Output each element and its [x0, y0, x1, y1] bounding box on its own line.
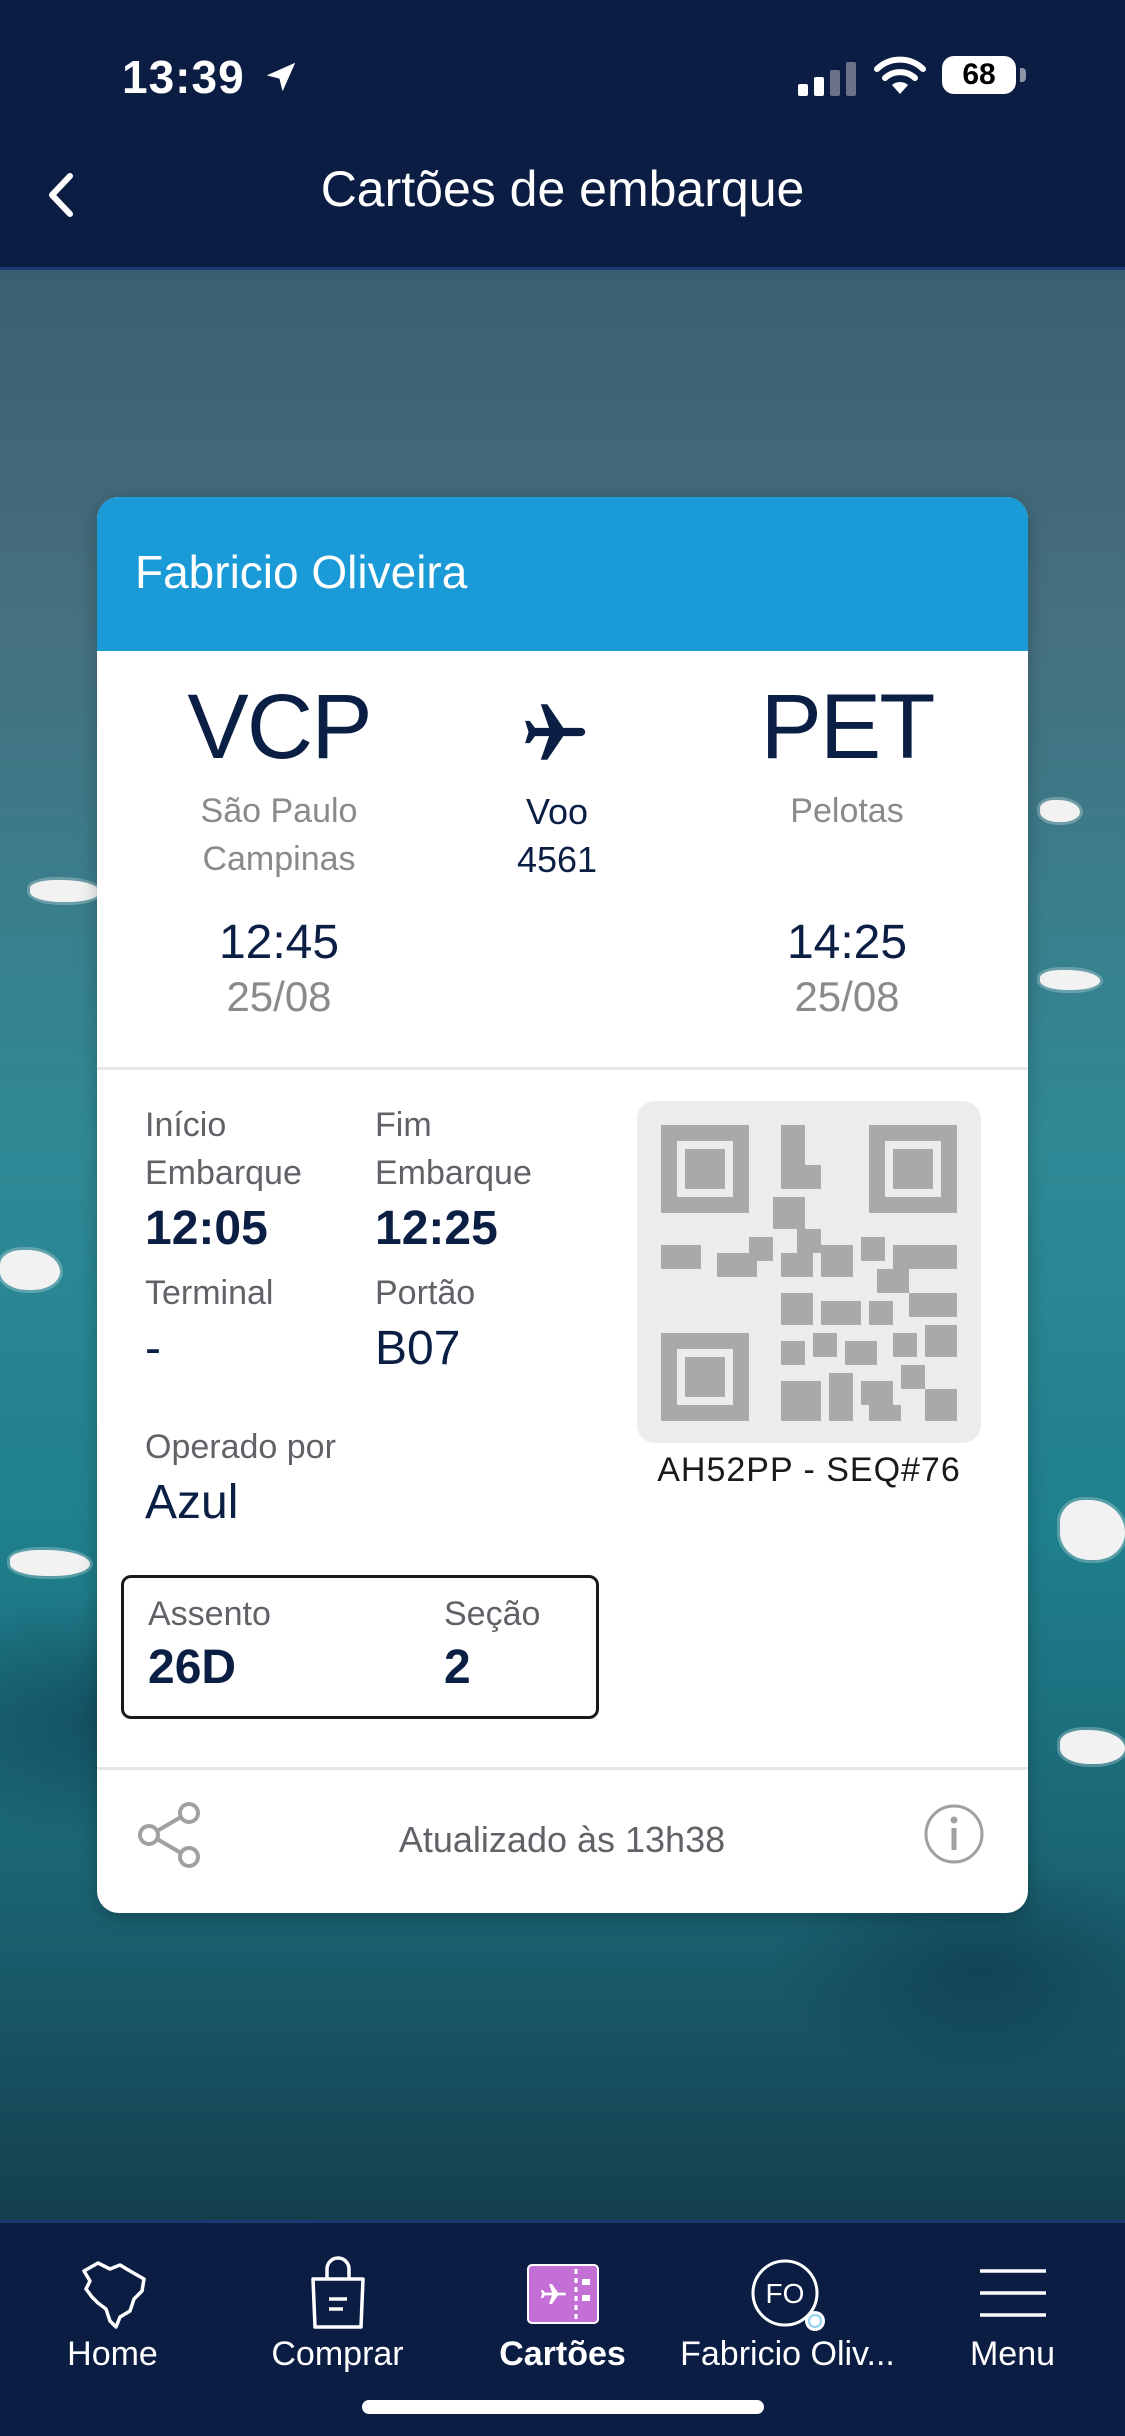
- cellular-signal-icon: [798, 62, 856, 96]
- seat-value: 26D: [148, 1641, 237, 1694]
- operator-value: Azul: [145, 1476, 239, 1529]
- origin-code: VCP: [187, 676, 372, 778]
- qr-code-icon: [661, 1125, 957, 1421]
- boarding-start-time: 12:05: [145, 1202, 268, 1255]
- page-title: Cartões de embarque: [320, 161, 805, 217]
- tab-menu[interactable]: Menu: [900, 2223, 1125, 2436]
- passenger-name: Fabricio Oliveira: [135, 546, 468, 598]
- operator-label: Operado por: [145, 1428, 336, 1466]
- tab-home[interactable]: Home: [0, 2223, 225, 2436]
- shopping-bag-icon: [310, 2256, 365, 2329]
- divider: [97, 1067, 1028, 1070]
- section-label: Seção: [444, 1595, 541, 1633]
- arrival-time: 14:25: [786, 916, 908, 969]
- share-icon[interactable]: [133, 1799, 205, 1871]
- updated-timestamp: Atualizado às 13h38: [398, 1819, 726, 1860]
- destination-code: PET: [760, 676, 936, 778]
- brazil-map-icon: [81, 2261, 146, 2329]
- avatar-initials: FO: [765, 2278, 804, 2309]
- boarding-end-label: Fim: [375, 1106, 432, 1144]
- boarding-end-time: 12:25: [375, 1202, 498, 1255]
- qr-code[interactable]: [637, 1101, 981, 1443]
- tab-label: Menu: [969, 2335, 1056, 2373]
- boarding-start-label: Início: [145, 1106, 227, 1144]
- seat-label: Assento: [148, 1595, 271, 1633]
- screen: 13:39 68 Cartões de embarque Fabricio Ol…: [0, 0, 1125, 2436]
- section-value: 2: [444, 1641, 471, 1694]
- booking-locator: AH52PP - SEQ#76: [657, 1451, 961, 1489]
- terminal-value: -: [145, 1322, 161, 1375]
- arrival-date: 25/08: [794, 973, 900, 1020]
- location-arrow-icon: [266, 62, 296, 92]
- gate-value: B07: [375, 1322, 461, 1375]
- terminal-label: Terminal: [145, 1274, 274, 1312]
- tab-label: Comprar: [271, 2335, 404, 2373]
- departure-time: 12:45: [218, 916, 340, 969]
- departure-date: 25/08: [226, 973, 332, 1020]
- hamburger-icon: [979, 2269, 1046, 2317]
- boarding-start-label-2: Embarque: [145, 1154, 302, 1192]
- avatar-icon: FO: [751, 2259, 825, 2331]
- tab-label: Cartões: [499, 2335, 626, 2373]
- status-time: 13:39: [122, 51, 245, 103]
- origin-city-line2: Campinas: [202, 840, 356, 878]
- destination-city: Pelotas: [790, 792, 904, 830]
- airplane-icon: [525, 704, 586, 760]
- divider: [97, 1767, 1028, 1770]
- info-icon[interactable]: [923, 1803, 985, 1865]
- origin-city-line1: São Paulo: [200, 792, 358, 830]
- tab-label: Fabricio Oliv...: [680, 2335, 895, 2373]
- boarding-pass-card[interactable]: Fabricio Oliveira VCP São Paulo Campinas…: [97, 497, 1028, 1913]
- card-header: Fabricio Oliveira: [97, 497, 1028, 651]
- battery-icon: 68: [942, 56, 1028, 96]
- gate-label: Portão: [375, 1274, 476, 1312]
- boarding-pass-icon: [526, 2264, 599, 2324]
- boarding-end-label-2: Embarque: [375, 1154, 532, 1192]
- wifi-icon: [874, 56, 926, 94]
- home-indicator: [362, 2400, 764, 2414]
- battery-level: 68: [962, 58, 996, 91]
- seat-section-box: Assento 26D Seção 2: [121, 1575, 599, 1719]
- top-bar: 13:39 68 Cartões de embarque: [0, 0, 1125, 270]
- flight-label: Voo: [525, 791, 589, 832]
- flight-number: 4561: [516, 839, 598, 880]
- tab-label: Home: [67, 2335, 158, 2373]
